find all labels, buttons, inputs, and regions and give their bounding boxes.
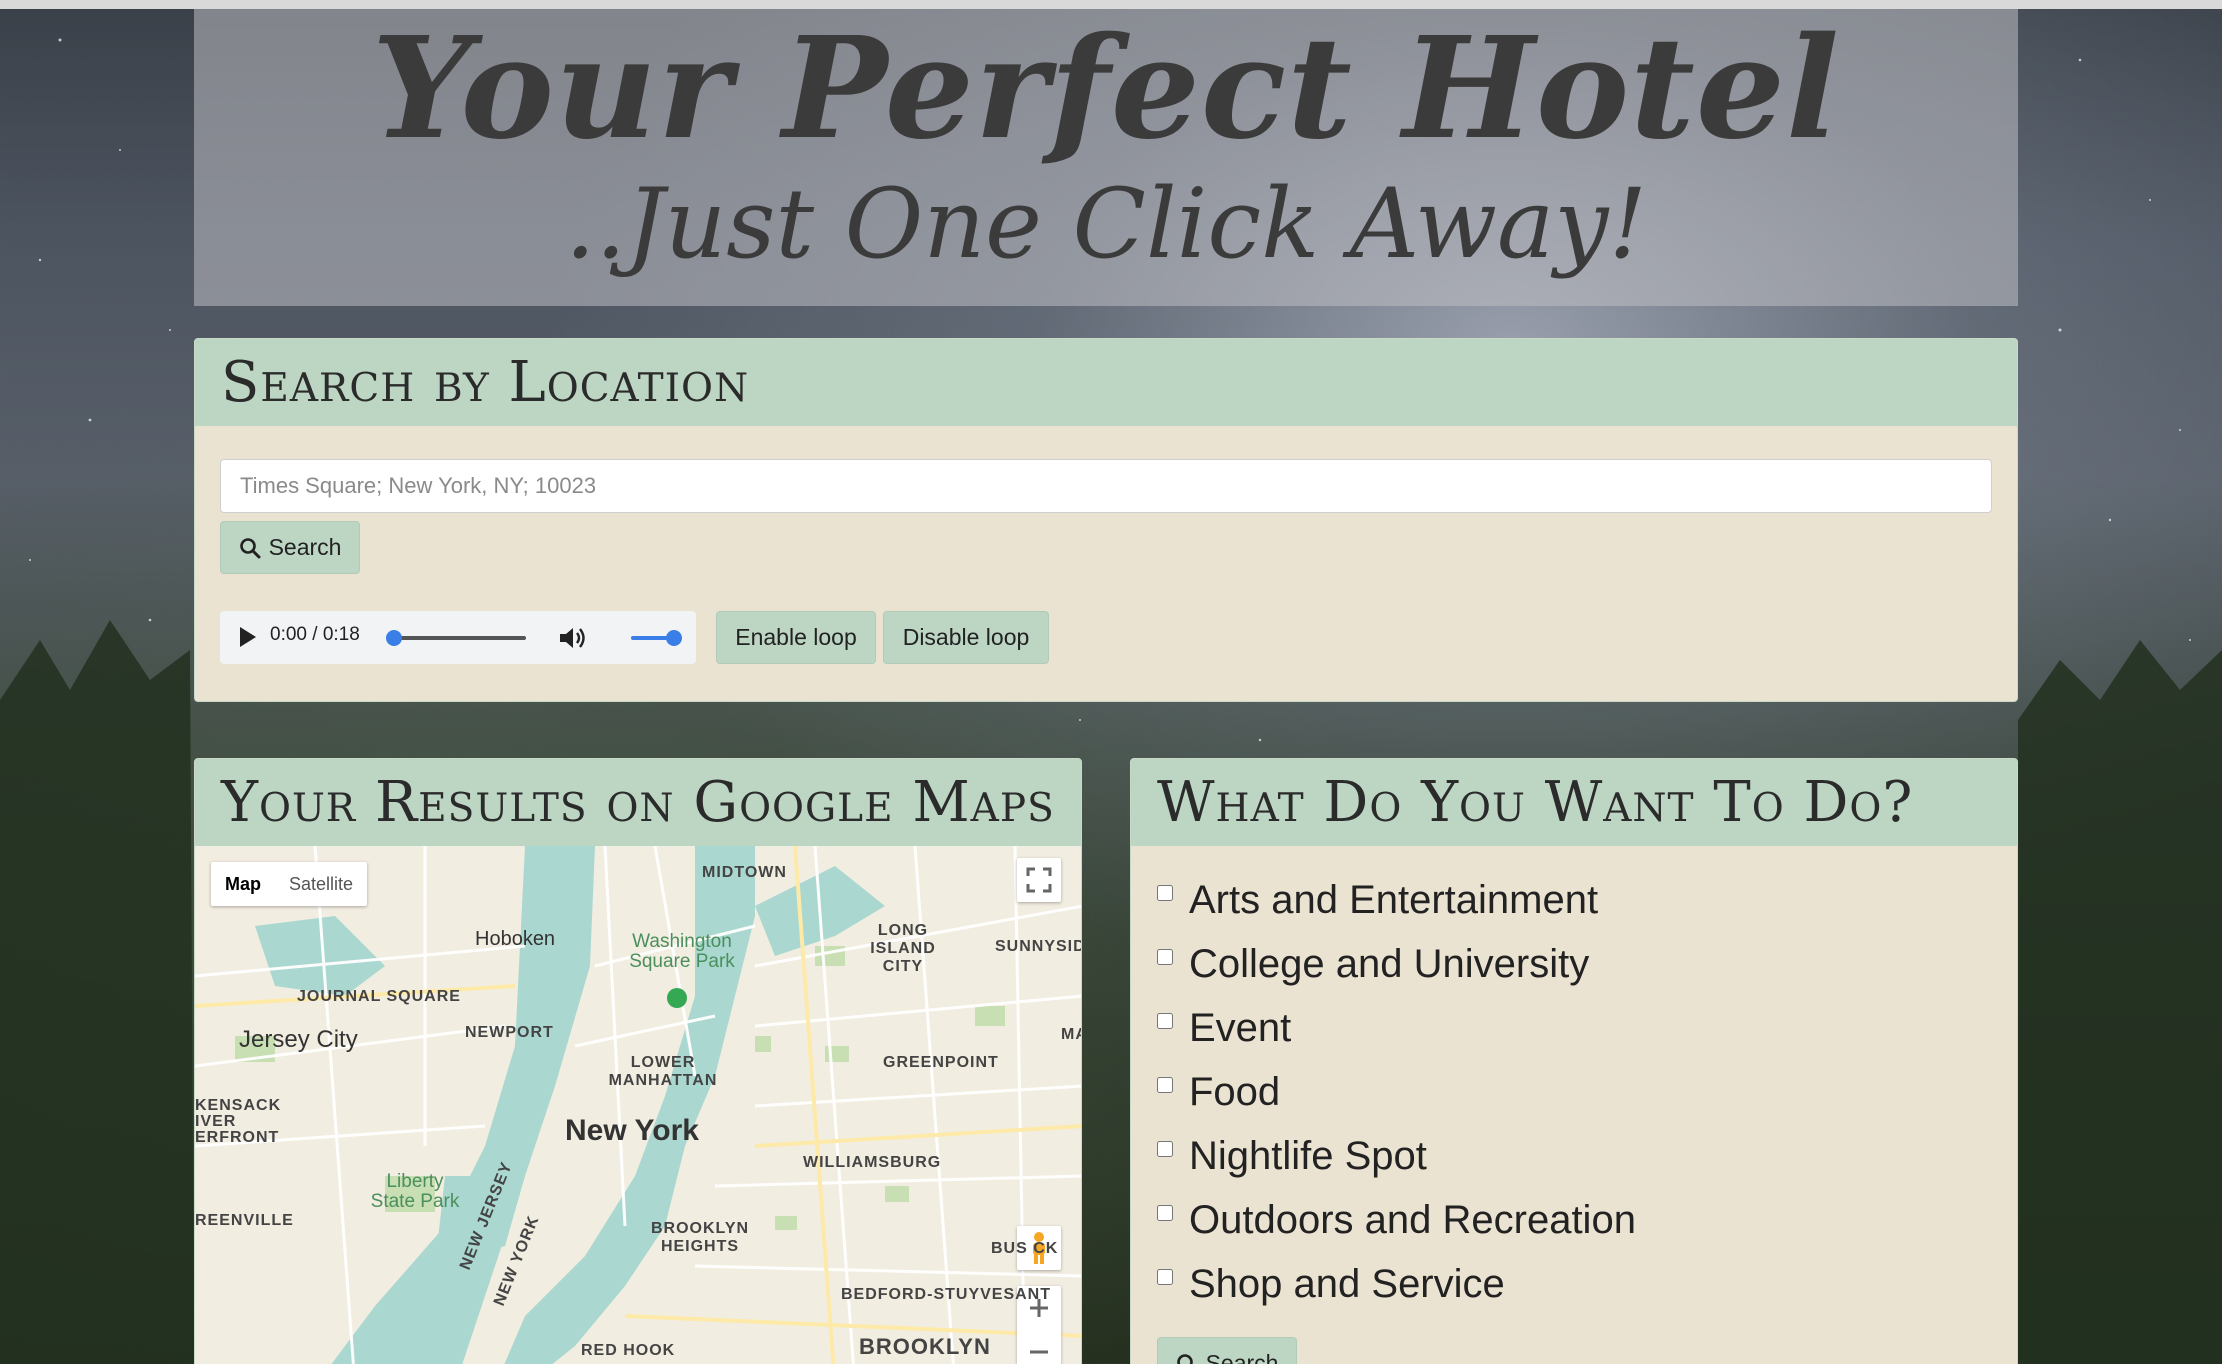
- activities-heading: What Do You Want To Do?: [1131, 759, 2017, 846]
- audio-player: 0:00 / 0:18: [220, 611, 696, 664]
- category-item[interactable]: College and University: [1157, 943, 1636, 1007]
- map-label-brooklyn-heights: BROOKLYN HEIGHTS: [650, 1220, 750, 1255]
- activities-search-button[interactable]: Search: [1157, 1337, 1297, 1364]
- map-type-satellite[interactable]: Satellite: [275, 862, 367, 906]
- category-checkbox[interactable]: [1157, 1013, 1173, 1029]
- category-checkbox[interactable]: [1157, 949, 1173, 965]
- category-label: Arts and Entertainment: [1189, 878, 1599, 922]
- google-maps-heading: Your Results on Google Maps: [195, 759, 1081, 846]
- map-label-newport: NEWPORT: [465, 1024, 554, 1041]
- category-label: Food: [1189, 1070, 1281, 1114]
- fullscreen-icon: [1026, 867, 1052, 893]
- hero-banner: Your Perfect Hotel ..Just One Click Away…: [194, 9, 2018, 306]
- search-icon: [1176, 1353, 1193, 1364]
- map-type-map[interactable]: Map: [211, 862, 275, 906]
- location-search-input[interactable]: [220, 459, 1992, 513]
- hero-subtitle: ..Just One Click Away!: [564, 168, 1648, 280]
- category-list: Arts and Entertainment College and Unive…: [1157, 879, 1636, 1327]
- location-search-button[interactable]: Search: [220, 521, 360, 574]
- category-item[interactable]: Nightlife Spot: [1157, 1135, 1636, 1199]
- audio-time: 0:00 / 0:18: [270, 624, 360, 645]
- play-icon[interactable]: [238, 625, 258, 649]
- map-label-sunnyside: SUNNYSID: [995, 938, 1082, 955]
- search-location-heading: Search by Location: [195, 339, 2017, 426]
- map-label-bushwick: BUS CK: [991, 1240, 1059, 1257]
- volume-icon[interactable]: [558, 624, 588, 652]
- hero-title: Your Perfect Hotel: [371, 7, 1841, 171]
- disable-loop-button[interactable]: Disable loop: [883, 611, 1049, 664]
- map-label-midtown: MIDTOWN: [702, 864, 787, 881]
- map-label-hoboken: Hoboken: [475, 928, 556, 950]
- category-item[interactable]: Event: [1157, 1007, 1636, 1071]
- category-item[interactable]: Food: [1157, 1071, 1636, 1135]
- google-maps-panel: Your Results on Google Maps Map Satellit…: [194, 758, 1082, 1364]
- zoom-out-icon[interactable]: [1017, 1330, 1061, 1364]
- audio-progress-track[interactable]: [392, 636, 526, 640]
- location-search-button-label: Search: [268, 534, 342, 560]
- category-label: Event: [1189, 1006, 1292, 1050]
- category-checkbox[interactable]: [1157, 1141, 1173, 1157]
- map-label-greenville: REENVILLE: [195, 1212, 294, 1229]
- search-location-panel: Search by Location Search 0:00 / 0:18 En…: [194, 338, 2018, 702]
- map-label-lower-manhattan: LOWER MANHATTAN: [608, 1054, 718, 1089]
- map-label-williamsburg: WILLIAMSBURG: [803, 1154, 942, 1171]
- search-icon: [239, 537, 261, 558]
- map-label-ma: MA: [1061, 1026, 1081, 1043]
- category-item[interactable]: Shop and Service: [1157, 1263, 1636, 1327]
- map-type-control: Map Satellite: [211, 862, 368, 906]
- category-checkbox[interactable]: [1157, 885, 1173, 901]
- map-label-journal-square: JOURNAL SQUARE: [297, 988, 461, 1005]
- map-label-bedford-stuyvesant: BEDFORD-STUYVESANT: [841, 1286, 1052, 1303]
- category-checkbox[interactable]: [1157, 1269, 1173, 1285]
- map-label-jersey-city: Jersey City: [239, 1026, 358, 1053]
- map-label-hackensack: KENSACK IVER ERFRONT: [195, 1097, 282, 1146]
- category-checkbox[interactable]: [1157, 1205, 1173, 1221]
- activities-panel: What Do You Want To Do? Arts and Enterta…: [1130, 758, 2018, 1364]
- category-item[interactable]: Outdoors and Recreation: [1157, 1199, 1636, 1263]
- google-map[interactable]: Map Satellite MIDTOWN Hoboken Washington…: [195, 846, 1082, 1364]
- volume-handle[interactable]: [666, 630, 682, 646]
- map-label-new-york: New York: [565, 1114, 699, 1147]
- category-item[interactable]: Arts and Entertainment: [1157, 879, 1636, 943]
- category-checkbox[interactable]: [1157, 1077, 1173, 1093]
- fullscreen-button[interactable]: [1017, 858, 1061, 902]
- audio-progress-handle[interactable]: [386, 630, 402, 646]
- map-label-greenpoint: GREENPOINT: [883, 1054, 999, 1071]
- category-label: College and University: [1189, 942, 1590, 986]
- map-label-brooklyn: BROOKLYN: [859, 1334, 991, 1359]
- map-label-liberty-state-park: Liberty State Park: [370, 1171, 460, 1212]
- enable-loop-button[interactable]: Enable loop: [716, 611, 876, 664]
- category-label: Shop and Service: [1189, 1262, 1505, 1306]
- category-label: Outdoors and Recreation: [1189, 1198, 1636, 1242]
- map-label-red-hook: RED HOOK: [581, 1342, 676, 1359]
- map-label-washington-square: Washington Square Park: [629, 931, 735, 972]
- map-label-long-island-city: LONG ISLAND CITY: [870, 922, 936, 975]
- activities-search-label: Search: [1205, 1350, 1279, 1364]
- category-label: Nightlife Spot: [1189, 1134, 1427, 1178]
